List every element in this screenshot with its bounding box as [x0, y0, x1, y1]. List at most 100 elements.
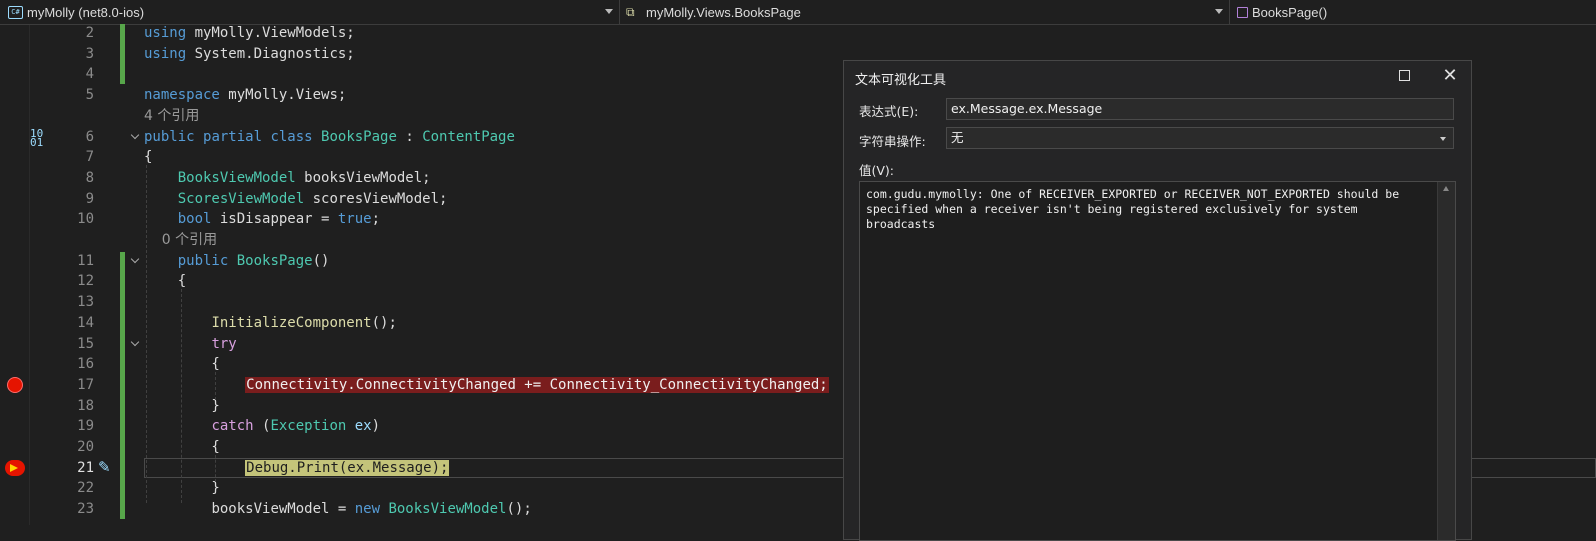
line-number: 9 — [85, 190, 94, 207]
codelens-references-label[interactable]: 4 个引用 — [144, 106, 199, 126]
code-token: myMolly.Views; — [228, 87, 347, 104]
line-number: 12 — [77, 273, 94, 290]
code-token: partial — [203, 128, 271, 145]
code-token: ( — [253, 418, 271, 435]
line-number: 13 — [77, 294, 94, 311]
code-token: (); — [371, 314, 397, 331]
type-dropdown[interactable]: ⧉ myMolly.Views.BooksPage — [620, 0, 1230, 24]
code-token: ) — [371, 418, 381, 435]
line-number: 11 — [77, 252, 94, 269]
code-token: BooksPage — [321, 128, 397, 145]
code-token: using — [144, 45, 195, 62]
line-number: 20 — [77, 439, 94, 455]
execution-pointer-icon[interactable] — [5, 459, 25, 476]
value-textarea[interactable]: com.gudu.mymolly: One of RECEIVER_EXPORT… — [859, 181, 1456, 541]
code-token: isDisappear = — [211, 211, 338, 228]
code-token: { — [144, 273, 187, 290]
fold-toggle-icon[interactable] — [130, 256, 140, 266]
code-token: System.Diagnostics; — [194, 45, 355, 62]
code-text[interactable]: ScoresViewModel scoresViewModel; — [144, 189, 448, 209]
code-token: public — [177, 252, 237, 269]
change-indicator-bar — [120, 24, 125, 85]
code-token: BooksViewModel — [388, 501, 507, 518]
code-token: public — [144, 128, 204, 145]
code-token: scoresViewModel; — [304, 190, 448, 207]
code-token: using — [144, 25, 195, 41]
code-text[interactable]: booksViewModel = new BooksViewModel(); — [144, 499, 532, 519]
code-token: ; — [371, 211, 381, 228]
vertical-scrollbar[interactable] — [1437, 182, 1455, 540]
line-number: 16 — [77, 356, 94, 373]
code-text[interactable]: public BooksPage() — [144, 251, 330, 271]
code-text[interactable]: try — [144, 334, 236, 354]
quick-actions-icon[interactable]: ✎ — [98, 459, 116, 476]
csharp-project-icon: C# — [8, 5, 23, 19]
code-token: myMolly.ViewModels; — [194, 25, 355, 41]
expression-input[interactable]: ex.Message.ex.Message — [946, 98, 1454, 120]
code-token: ScoresViewModel — [177, 190, 305, 207]
breakpoint-icon[interactable] — [7, 376, 23, 393]
code-token: booksViewModel = — [211, 501, 355, 518]
indent-guide — [146, 165, 147, 504]
indent-guide — [215, 372, 216, 400]
line-number: 4 — [85, 66, 94, 83]
code-text[interactable]: { — [144, 147, 152, 167]
code-text[interactable]: using System.Diagnostics; — [144, 44, 355, 64]
fold-toggle-icon[interactable] — [130, 339, 140, 349]
line-number: 21 — [77, 459, 94, 476]
code-token: BooksViewModel — [177, 169, 296, 186]
value-text[interactable]: com.gudu.mymolly: One of RECEIVER_EXPORT… — [866, 187, 1426, 232]
navigation-bar: C# myMolly (net8.0-ios) ⧉ myMolly.Views.… — [0, 0, 1596, 25]
project-dropdown[interactable]: C# myMolly (net8.0-ios) — [0, 0, 620, 24]
code-token: InitializeComponent — [211, 314, 372, 331]
change-indicator-bar — [120, 251, 125, 519]
code-text[interactable]: using myMolly.ViewModels; — [144, 23, 355, 43]
code-token: { — [144, 149, 153, 166]
code-text[interactable]: { — [144, 271, 186, 291]
code-text[interactable]: catch (Exception ex) — [144, 416, 380, 436]
code-token: Exception — [270, 418, 347, 435]
code-token: (); — [506, 501, 532, 518]
code-text[interactable]: bool isDisappear = true; — [144, 209, 380, 229]
maximize-button[interactable] — [1389, 65, 1419, 87]
dialog-title: 文本可视化工具 — [855, 73, 947, 88]
chevron-down-icon — [1440, 137, 1446, 141]
string-operation-value: 无 — [951, 130, 964, 145]
breakpoint-statement: Connectivity.ConnectivityChanged += Conn… — [245, 376, 829, 393]
chevron-down-icon — [1215, 9, 1223, 14]
close-button[interactable]: ✕ — [1435, 65, 1465, 87]
scroll-up-icon[interactable] — [1443, 186, 1449, 191]
indent-guide — [215, 455, 216, 483]
code-token: BooksPage — [236, 252, 313, 269]
code-token: true — [337, 211, 372, 228]
line-number: 18 — [77, 397, 94, 414]
code-token: bool — [177, 211, 212, 228]
code-token: class — [270, 128, 322, 145]
code-text[interactable]: namespace myMolly.Views; — [144, 85, 346, 105]
code-text[interactable]: BooksViewModel booksViewModel; — [144, 168, 431, 188]
line-number: 2 — [85, 25, 94, 41]
code-line[interactable]: 2 using myMolly.ViewModels; — [0, 23, 1596, 43]
line-number: 5 — [85, 87, 94, 104]
code-text[interactable]: Connectivity.ConnectivityChanged += Conn… — [144, 375, 829, 395]
indent-guide — [181, 289, 182, 504]
code-token: : — [396, 128, 423, 145]
string-operation-select[interactable]: 无 — [946, 127, 1454, 149]
line-number: 15 — [77, 335, 94, 352]
expression-label: 表达式(E): — [859, 104, 919, 119]
code-text[interactable]: public partial class BooksPage : Content… — [144, 127, 515, 147]
member-dropdown[interactable]: BooksPage() — [1230, 0, 1596, 24]
string-operation-label: 字符串操作: — [859, 134, 926, 149]
line-number: 19 — [77, 418, 94, 435]
fold-toggle-icon[interactable] — [130, 132, 140, 142]
code-token: () — [312, 252, 330, 269]
value-label: 值(V): — [859, 163, 895, 178]
codelens-references-label[interactable]: 0 个引用 — [144, 230, 217, 250]
hot-reload-icon[interactable]: 10 01 — [30, 128, 46, 148]
